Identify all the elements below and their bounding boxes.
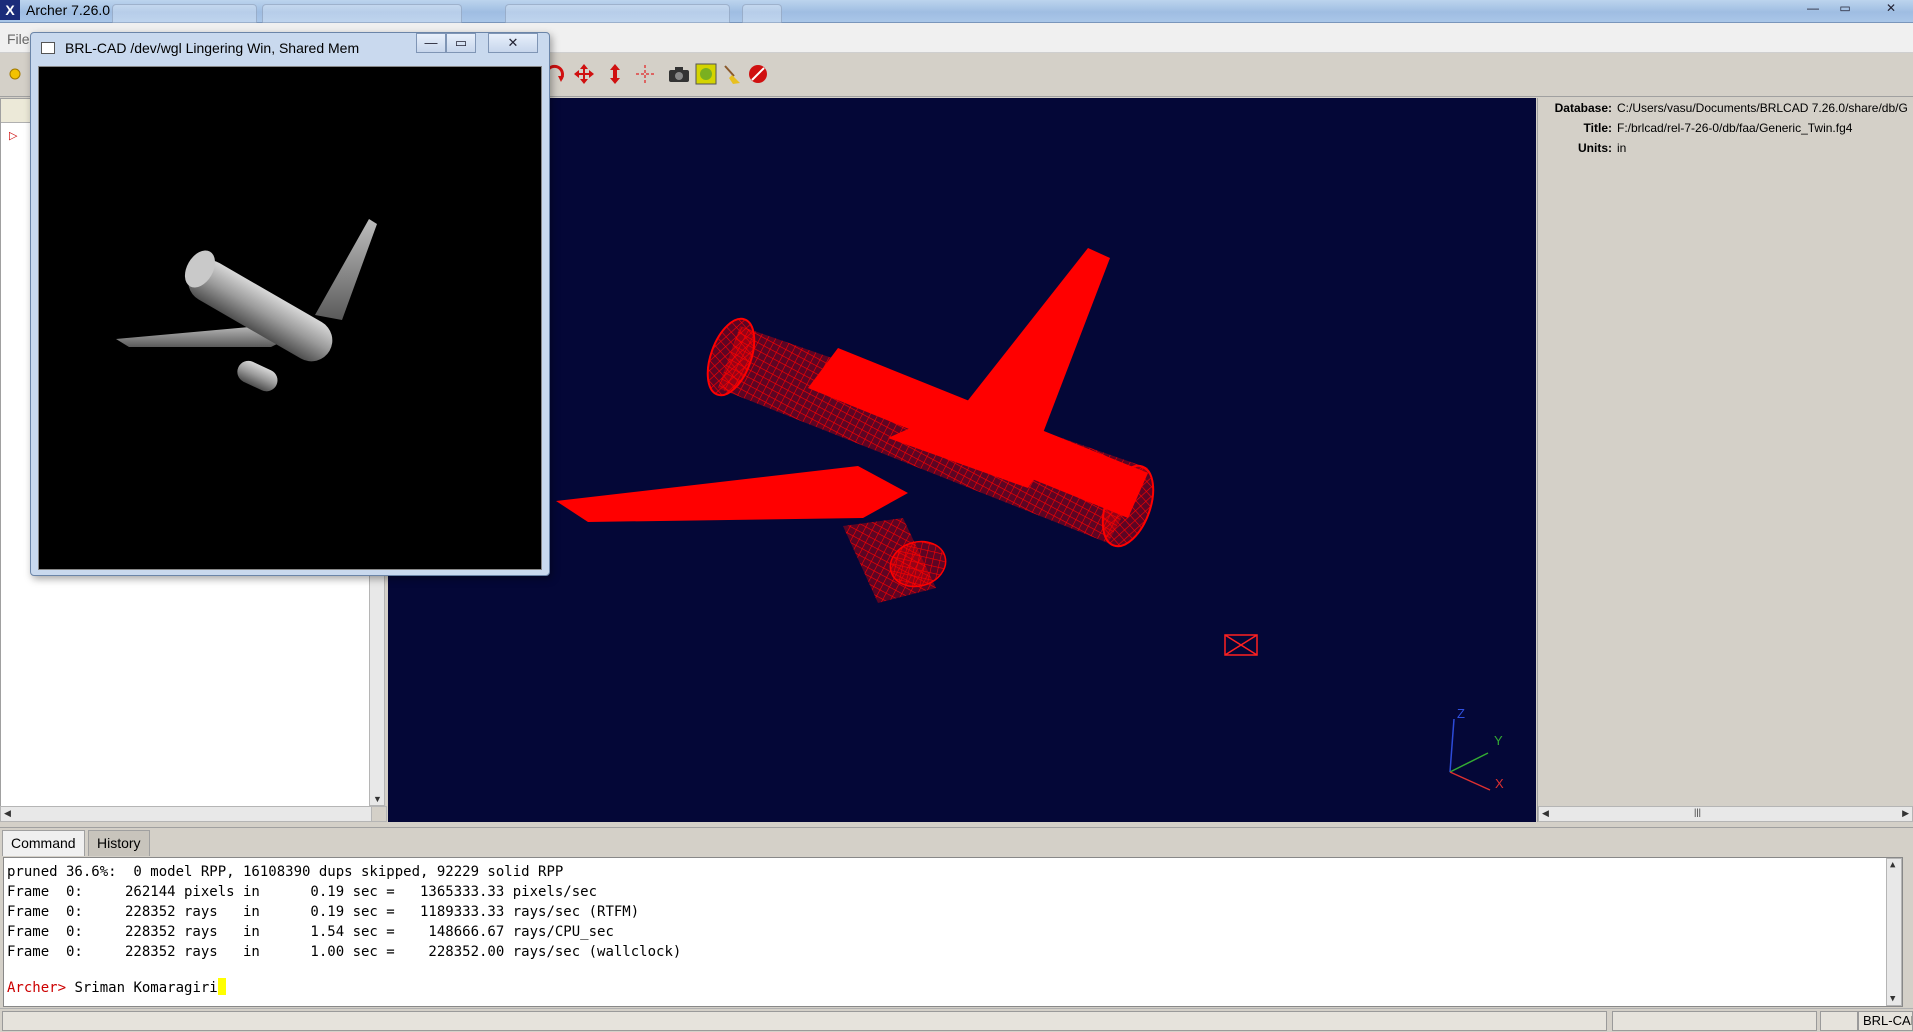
console-line: Frame 0: 228352 rays in 0.19 sec = 11893… [7,904,640,920]
title-value: F:/brlcad/rel-7-26-0/db/faa/Generic_Twin… [1617,121,1853,135]
close-button[interactable]: ✕ [1876,0,1906,18]
console-prompt: Archer> [7,980,67,996]
database-row: Database: C:/Users/vasu/Documents/BRLCAD … [1538,101,1908,115]
status-app-label: BRL-CAD [1858,1011,1913,1031]
properties-panel: Database: C:/Users/vasu/Documents/BRLCAD … [1537,98,1913,822]
center-button[interactable] [632,61,658,87]
background-browser-tab [505,4,730,23]
status-extra [1820,1011,1858,1031]
prompt-line[interactable]: Archer> Sriman Komaragiri [7,978,226,998]
raytrace-button[interactable] [693,61,719,87]
tree-expand-arrow-icon[interactable]: ▷ [9,129,17,142]
console-line: pruned 36.6%: 0 model RPP, 16108390 dups… [7,864,564,880]
raytrace-canvas [38,66,542,570]
raytrace-window-title: BRL-CAD /dev/wgl Lingering Win, Shared M… [65,40,360,56]
axes-triad: Z Y X [1449,706,1504,791]
maximize-button[interactable]: ▭ [1830,0,1860,18]
pan-button[interactable] [571,61,597,87]
window-icon [41,42,55,54]
scale-icon [610,64,620,84]
status-message [2,1011,1607,1031]
raytrace-icon [695,63,717,85]
viewport-gap [371,806,387,822]
console-line: Frame 0: 228352 rays in 1.54 sec = 14866… [7,924,614,940]
screenshot-button[interactable] [666,61,692,87]
app-logo-icon: X [0,0,20,20]
stop-button[interactable] [745,61,771,87]
raytraced-aircraft-image [116,219,377,392]
new-db-button[interactable] [2,61,28,87]
properties-horizontal-scrollbar[interactable]: ◀ ||| ▶ [1538,806,1913,822]
background-browser-tab [112,4,257,23]
text-cursor [217,978,226,995]
command-console[interactable]: pruned 36.6%: 0 model RPP, 16108390 dups… [3,857,1903,1007]
console-line: Frame 0: 228352 rays in 1.00 sec = 22835… [7,944,682,960]
minimize-button[interactable]: — [1798,0,1828,18]
aircraft-wireframe [556,248,1155,603]
units-value: in [1617,141,1627,155]
camera-icon [669,67,689,82]
scale-button[interactable] [602,61,628,87]
axis-x-label: X [1495,776,1504,791]
archer-app: X Archer 7.26.0 — ▭ ✕ File ▷ ◀ ▼ Z Y X D… [0,0,1913,1032]
sun-icon [9,68,21,80]
title-key: Title: [1583,121,1612,135]
menu-file[interactable]: File [7,31,30,47]
light-source-marker-icon [1224,634,1258,656]
broom-icon [724,65,740,84]
raytrace-maximize-button[interactable]: ▭ [446,33,476,53]
axis-y-label: Y [1494,733,1503,748]
database-key: Database: [1554,101,1612,115]
raytrace-minimize-button[interactable]: — [416,33,446,53]
clear-button[interactable] [719,61,745,87]
tab-command[interactable]: Command [2,830,85,856]
axis-z-label: Z [1457,706,1465,721]
title-bar: X Archer 7.26.0 — ▭ ✕ [0,0,1913,23]
command-tabs: Command History [0,827,1913,857]
units-key: Units: [1578,141,1612,155]
window-title: Archer 7.26.0 [26,2,111,18]
tab-history[interactable]: History [88,830,150,856]
raytrace-window[interactable]: BRL-CAD /dev/wgl Lingering Win, Shared M… [30,32,550,576]
status-progress [1612,1011,1817,1031]
console-vertical-scrollbar[interactable]: ▲ ▼ [1886,858,1902,1006]
pan-icon [574,64,594,84]
units-row: Units: in [1538,141,1626,155]
database-value: C:/Users/vasu/Documents/BRLCAD 7.26.0/sh… [1617,101,1908,115]
wireframe-model-canvas[interactable]: Z Y X [388,98,1536,822]
command-input[interactable]: Sriman Komaragiri [66,980,217,996]
background-browser-tab [262,4,462,23]
background-browser-tab [742,4,782,23]
center-icon [636,65,654,83]
raytrace-close-button[interactable]: ✕ [488,33,538,53]
3d-viewport[interactable]: Z Y X [388,98,1536,822]
stop-icon [749,65,767,83]
tree-horizontal-scrollbar[interactable]: ◀ [0,806,385,822]
title-row: Title: F:/brlcad/rel-7-26-0/db/faa/Generi… [1538,121,1853,135]
console-line: Frame 0: 262144 pixels in 0.19 sec = 136… [7,884,598,900]
raytrace-window-titlebar[interactable]: BRL-CAD /dev/wgl Lingering Win, Shared M… [31,33,549,63]
status-bar: BRL-CAD [0,1008,1913,1032]
